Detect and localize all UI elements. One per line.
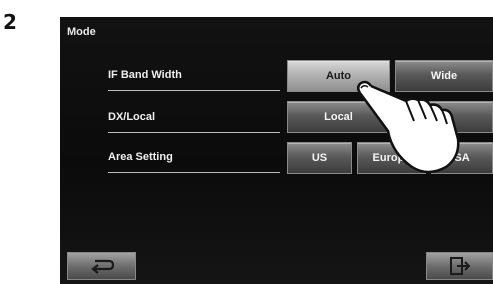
row-label-dx-local: DX/Local <box>108 111 280 133</box>
step-number: 2 <box>3 10 17 34</box>
back-return-icon <box>89 258 115 274</box>
mode-settings-screen: Mode IF Band Width Auto Wide DX/Local Lo… <box>60 17 493 284</box>
row-label-area-setting: Area Setting <box>108 151 280 173</box>
pointing-hand-icon <box>352 69 464 179</box>
row-label-if-band-width: IF Band Width <box>108 69 280 91</box>
area-setting-us-button[interactable]: US <box>287 142 352 174</box>
exit-button[interactable] <box>426 252 493 280</box>
exit-icon <box>449 257 471 275</box>
screen-title: Mode <box>67 26 96 38</box>
back-button[interactable] <box>67 252 136 280</box>
